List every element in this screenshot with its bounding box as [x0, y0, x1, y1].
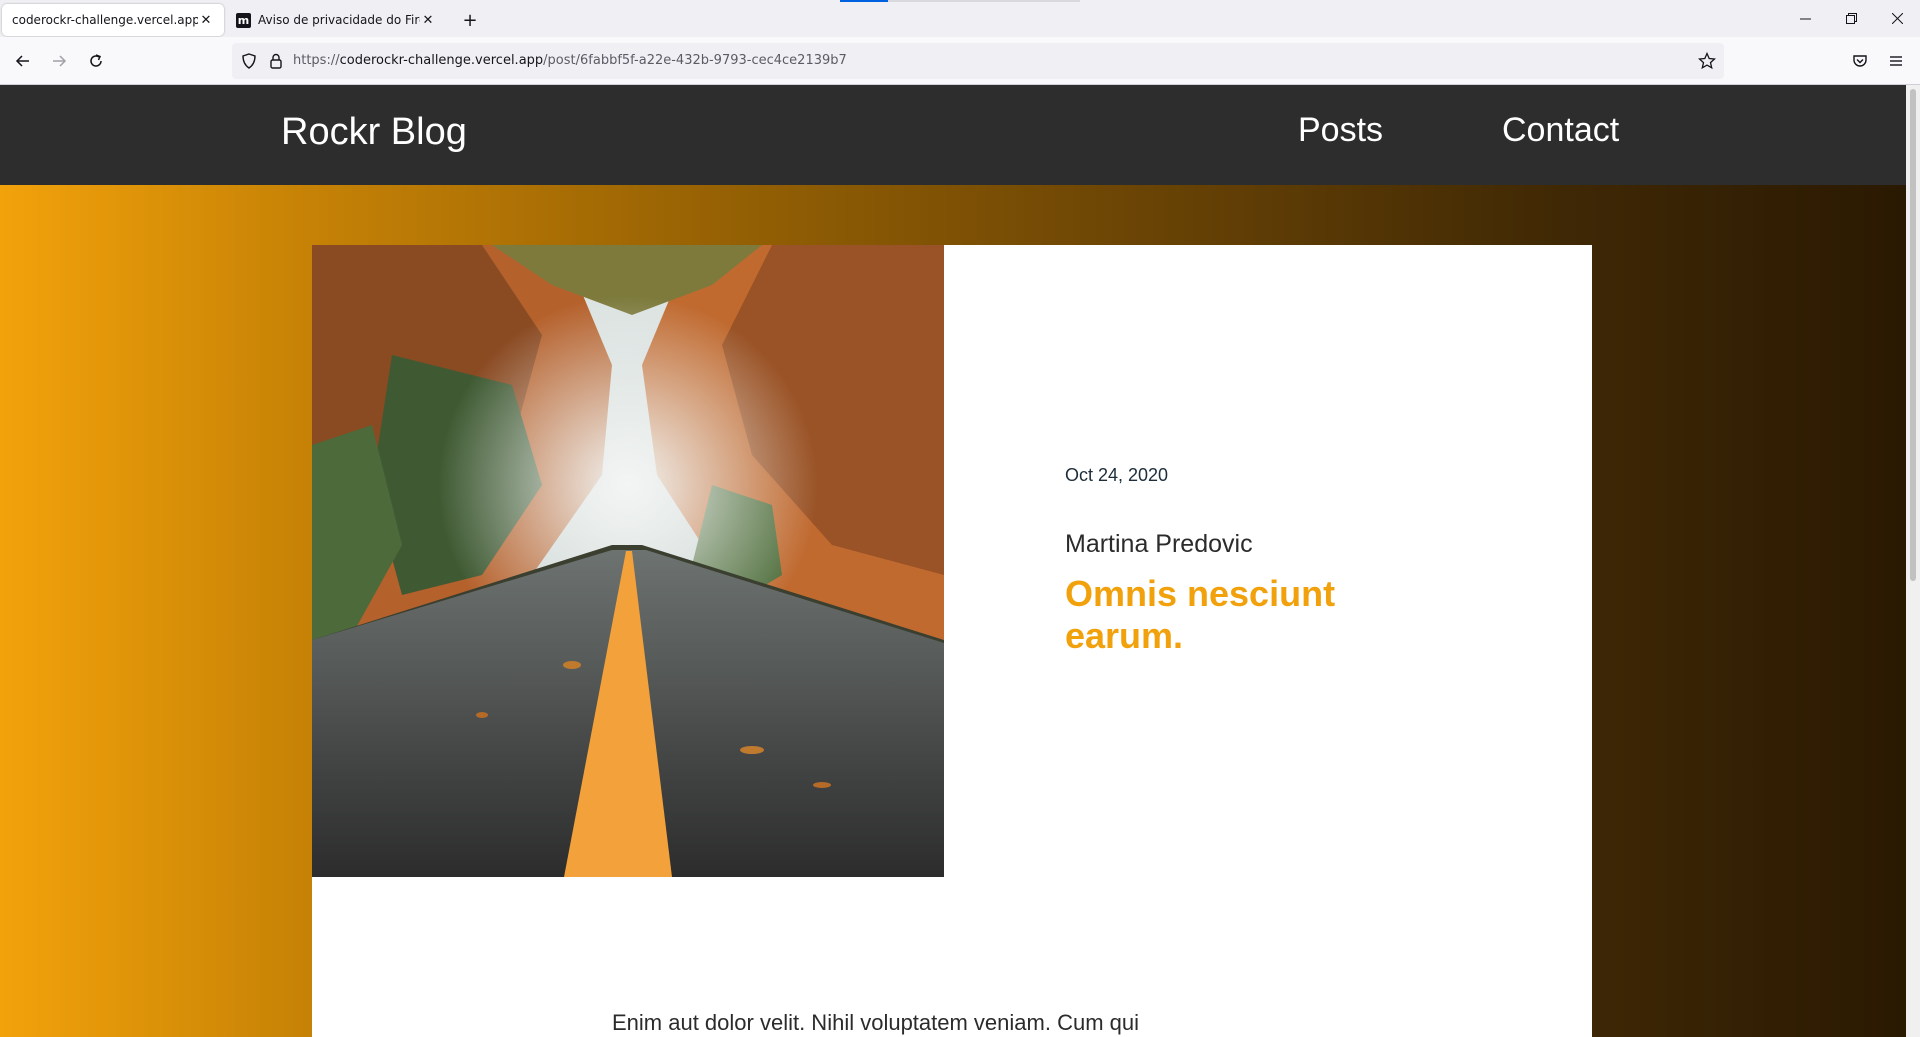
mozilla-favicon-icon: m — [236, 12, 251, 28]
close-icon[interactable]: ✕ — [420, 13, 436, 28]
window-controls — [1782, 0, 1920, 37]
address-bar[interactable]: https://coderockr-challenge.vercel.app/p… — [232, 43, 1724, 79]
back-button[interactable] — [11, 49, 35, 73]
back-arrow-icon — [15, 55, 29, 67]
restore-icon — [1845, 13, 1857, 24]
url-path: /post/6fabbf5f-a22e-432b-9793-cec4ce2139… — [543, 53, 847, 68]
tab-strip-divider — [888, 0, 1080, 2]
navigation-toolbar: https://coderockr-challenge.vercel.app/p… — [0, 37, 1920, 85]
post-card: Oct 24, 2020 Martina Predovic Omnis nesc… — [312, 245, 1592, 1037]
site-header: Rockr Blog Posts Contact — [0, 85, 1906, 185]
minimize-icon — [1799, 18, 1811, 20]
close-icon — [1891, 13, 1903, 24]
tracking-protection-shield-icon[interactable] — [240, 52, 258, 74]
post-title: Omnis nesciunt earum. — [1065, 573, 1336, 656]
close-icon[interactable]: ✕ — [198, 13, 214, 28]
url-text[interactable]: https://coderockr-challenge.vercel.app/p… — [293, 53, 847, 68]
minimize-button[interactable] — [1782, 0, 1828, 37]
tab-strip: coderockr-challenge.vercel.app/ ✕ m Avis… — [0, 0, 1920, 37]
restore-button[interactable] — [1828, 0, 1874, 37]
lock-icon[interactable] — [268, 52, 284, 74]
page-viewport: Rockr Blog Posts Contact Oct 24, 2020 Ma… — [0, 85, 1906, 1037]
url-host: coderockr-challenge.vercel.app — [339, 53, 544, 68]
bookmark-star-icon[interactable] — [1697, 51, 1717, 74]
reload-icon — [90, 54, 102, 67]
pocket-icon — [1853, 55, 1867, 67]
site-brand[interactable]: Rockr Blog — [281, 111, 467, 154]
nav-posts-link[interactable]: Posts — [1298, 111, 1383, 150]
tab-privacy-notice[interactable]: m Aviso de privacidade do Firefox ✕ — [226, 4, 446, 36]
reload-button[interactable] — [84, 49, 108, 73]
menu-button[interactable] — [1884, 49, 1908, 73]
forward-button[interactable] — [47, 49, 71, 73]
url-scheme: https:// — [293, 53, 340, 68]
close-window-button[interactable] — [1874, 0, 1920, 37]
post-hero: Oct 24, 2020 Martina Predovic Omnis nesc… — [0, 185, 1906, 1037]
tab-title: coderockr-challenge.vercel.app/ — [12, 13, 198, 27]
post-body-text: Enim aut dolor velit. Nihil voluptatem v… — [612, 1010, 1140, 1035]
plus-icon: + — [462, 9, 478, 31]
tab-title: Aviso de privacidade do Firefox — [258, 13, 420, 27]
page-scrollbar[interactable] — [1906, 85, 1920, 1037]
pocket-button[interactable] — [1848, 49, 1872, 73]
forward-arrow-icon — [53, 55, 67, 67]
post-date: Oct 24, 2020 — [1065, 465, 1169, 485]
tab-active[interactable]: coderockr-challenge.vercel.app/ ✕ — [2, 4, 224, 36]
hamburger-menu-icon — [1890, 56, 1902, 66]
scrollbar-thumb[interactable] — [1910, 89, 1916, 581]
post-cover-image — [312, 245, 944, 877]
post-author: Martina Predovic — [1065, 530, 1253, 558]
tab-strip-indicator — [840, 0, 888, 2]
new-tab-button[interactable]: + — [458, 8, 482, 32]
nav-contact-link[interactable]: Contact — [1502, 111, 1619, 150]
